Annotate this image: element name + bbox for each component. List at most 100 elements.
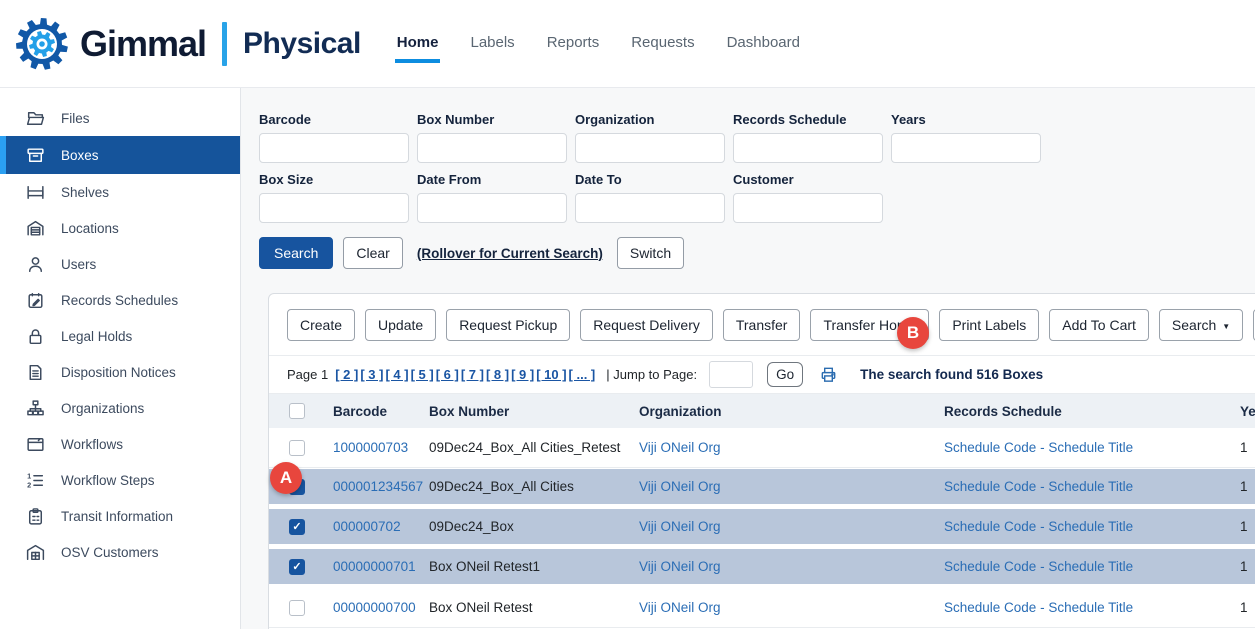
sidebar-item-label: Transit Information xyxy=(61,509,173,524)
organization-link[interactable]: Viji ONeil Org xyxy=(639,479,944,494)
request-delivery-button[interactable]: Request Delivery xyxy=(580,309,713,341)
date-to-input[interactable] xyxy=(575,193,725,223)
page-link-9[interactable]: [ 9 ] xyxy=(511,367,534,382)
search-dropdown[interactable]: Search▼ xyxy=(1159,309,1243,341)
date-from-input[interactable] xyxy=(417,193,567,223)
sidebar-item-osv-customers[interactable]: OSV Customers xyxy=(0,534,240,570)
page-link-[interactable]: [ ... ] xyxy=(569,367,596,382)
sidebar-item-organizations[interactable]: Organizations xyxy=(0,390,240,426)
barcode-link[interactable]: 000000702 xyxy=(333,519,429,534)
search-button[interactable]: Search xyxy=(259,237,333,269)
field-label: Customer xyxy=(733,172,883,187)
table-row[interactable]: 00000000700Box ONeil RetestViji ONeil Or… xyxy=(269,588,1255,628)
row-checkbox[interactable]: ✓ xyxy=(289,519,305,535)
sidebar-item-transit-information[interactable]: Transit Information xyxy=(0,498,240,534)
customer-input[interactable] xyxy=(733,193,883,223)
table-row[interactable]: ✓00000123456709Dec24_Box_All CitiesViji … xyxy=(269,468,1255,508)
page-link-5[interactable]: [ 5 ] xyxy=(411,367,434,382)
box-number-input[interactable] xyxy=(417,133,567,163)
field-label: Records Schedule xyxy=(733,112,883,127)
row-checkbox[interactable] xyxy=(289,600,305,616)
organization-link[interactable]: Viji ONeil Org xyxy=(639,559,944,574)
box-icon xyxy=(25,145,46,166)
years-input[interactable] xyxy=(891,133,1041,163)
rollover-current-search-link[interactable]: (Rollover for Current Search) xyxy=(417,246,603,261)
records-schedule-link[interactable]: Schedule Code - Schedule Title xyxy=(944,559,1240,574)
jump-to-page-input[interactable] xyxy=(709,361,753,388)
sidebar-item-disposition-notices[interactable]: Disposition Notices xyxy=(0,354,240,390)
table-row[interactable]: ✓00000000701Box ONeil Retest1Viji ONeil … xyxy=(269,548,1255,588)
sidebar-item-label: Records Schedules xyxy=(61,293,178,308)
sidebar-item-workflows[interactable]: Workflows xyxy=(0,426,240,462)
select-all-checkbox[interactable] xyxy=(289,403,305,419)
organization-link[interactable]: Viji ONeil Org xyxy=(639,600,944,615)
barcode-link[interactable]: 00000000701 xyxy=(333,559,429,574)
sidebar-item-locations[interactable]: Locations xyxy=(0,210,240,246)
row-checkbox[interactable]: ✓ xyxy=(289,559,305,575)
switch-button[interactable]: Switch xyxy=(617,237,684,269)
nav-dashboard[interactable]: Dashboard xyxy=(725,24,802,63)
barcode-link[interactable]: 000001234567 xyxy=(333,479,429,494)
page-link-3[interactable]: [ 3 ] xyxy=(360,367,383,382)
records-schedule-input[interactable] xyxy=(733,133,883,163)
organization-input[interactable] xyxy=(575,133,725,163)
sidebar-item-files[interactable]: Files xyxy=(0,100,240,136)
box-number-cell: Box ONeil Retest xyxy=(429,600,639,615)
records-schedule-link[interactable]: Schedule Code - Schedule Title xyxy=(944,479,1240,494)
page-link-4[interactable]: [ 4 ] xyxy=(385,367,408,382)
nav-reports[interactable]: Reports xyxy=(545,24,602,63)
sidebar-item-label: Files xyxy=(61,111,90,126)
field-barcode: Barcode xyxy=(259,112,409,163)
barcode-link[interactable]: 00000000700 xyxy=(333,600,429,615)
document-icon xyxy=(25,362,46,383)
print-labels-button[interactable]: Print Labels xyxy=(939,309,1039,341)
create-button[interactable]: Create xyxy=(287,309,355,341)
nav-home[interactable]: Home xyxy=(395,24,441,63)
sidebar-item-records-schedules[interactable]: Records Schedules xyxy=(0,282,240,318)
box-size-input[interactable] xyxy=(259,193,409,223)
update-button[interactable]: Update xyxy=(365,309,436,341)
records-schedule-link[interactable]: Schedule Code - Schedule Title xyxy=(944,440,1240,455)
results-panel: Create Update Request Pickup Request Delive… xyxy=(268,293,1255,629)
print-icon[interactable] xyxy=(819,365,838,384)
sidebar-item-legal-holds[interactable]: Legal Holds xyxy=(0,318,240,354)
brand-logo[interactable]: Gimmal Physical xyxy=(14,16,361,72)
records-schedule-link[interactable]: Schedule Code - Schedule Title xyxy=(944,600,1240,615)
sidebar-item-users[interactable]: Users xyxy=(0,246,240,282)
main-nav: Home Labels Reports Requests Dashboard xyxy=(395,24,802,63)
pagination-links: [ 2 ][ 3 ][ 4 ][ 5 ][ 6 ][ 7 ][ 8 ][ 9 ]… xyxy=(334,367,596,382)
sidebar-item-shelves[interactable]: Shelves xyxy=(0,174,240,210)
organization-link[interactable]: Viji ONeil Org xyxy=(639,440,944,455)
field-organization: Organization xyxy=(575,112,725,163)
sidebar-item-label: Boxes xyxy=(61,148,99,163)
page-link-6[interactable]: [ 6 ] xyxy=(436,367,459,382)
page-link-8[interactable]: [ 8 ] xyxy=(486,367,509,382)
page-link-2[interactable]: [ 2 ] xyxy=(335,367,358,382)
records-schedule-link[interactable]: Schedule Code - Schedule Title xyxy=(944,519,1240,534)
sidebar-item-workflow-steps[interactable]: 12Workflow Steps xyxy=(0,462,240,498)
page-link-10[interactable]: [ 10 ] xyxy=(536,367,566,382)
folder-icon xyxy=(25,108,46,129)
field-date-from: Date From xyxy=(417,172,567,223)
add-to-cart-button[interactable]: Add To Cart xyxy=(1049,309,1149,341)
barcode-input[interactable] xyxy=(259,133,409,163)
field-years: Years xyxy=(891,112,1041,163)
request-pickup-button[interactable]: Request Pickup xyxy=(446,309,570,341)
clear-button[interactable]: Clear xyxy=(343,237,402,269)
barcode-link[interactable]: 1000000703 xyxy=(333,440,429,455)
row-checkbox[interactable] xyxy=(289,440,305,456)
nav-labels[interactable]: Labels xyxy=(468,24,516,63)
table-row[interactable]: ✓00000070209Dec24_BoxViji ONeil OrgSched… xyxy=(269,508,1255,548)
nav-requests[interactable]: Requests xyxy=(629,24,696,63)
sidebar-item-label: Workflows xyxy=(61,437,123,452)
warehouse-icon xyxy=(25,218,46,239)
transfer-button[interactable]: Transfer xyxy=(723,309,801,341)
go-button[interactable]: Go xyxy=(767,362,803,387)
table-row[interactable]: 100000070309Dec24_Box_All Cities_RetestV… xyxy=(269,428,1255,468)
sidebar-item-boxes[interactable]: Boxes xyxy=(0,136,240,174)
column-header-organization: Organization xyxy=(639,404,944,419)
field-label: Date From xyxy=(417,172,567,187)
top-header: Gimmal Physical Home Labels Reports Request… xyxy=(0,0,1255,88)
page-link-7[interactable]: [ 7 ] xyxy=(461,367,484,382)
organization-link[interactable]: Viji ONeil Org xyxy=(639,519,944,534)
